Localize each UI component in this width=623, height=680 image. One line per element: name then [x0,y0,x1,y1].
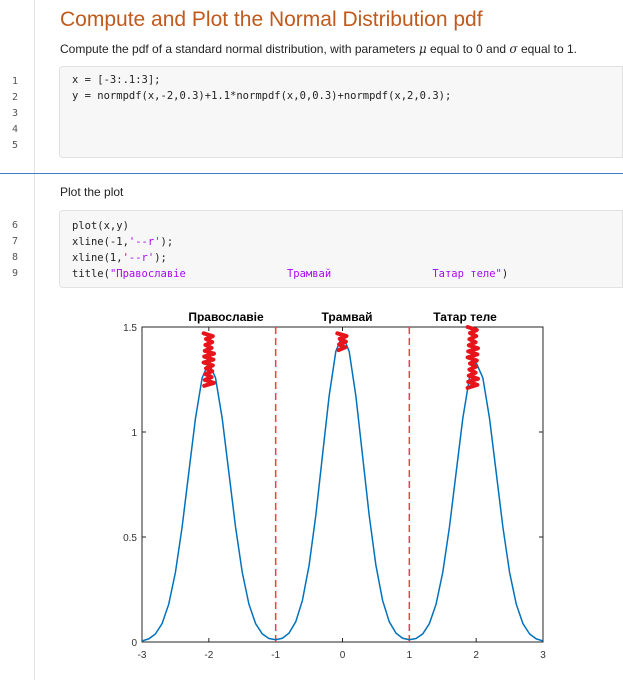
plot-axes-box [141,326,544,643]
y-tick-label: 0.5 [123,533,137,544]
x-tick-label: 2 [473,650,479,661]
chart-title-part-3: Татар теле [433,310,497,324]
y-tick-label: 0 [131,638,137,649]
y-tick-label: 1 [131,428,137,439]
y-tick-label: 1.5 [123,323,137,334]
chart-title-part-2: Трамвай [321,310,372,324]
x-tick-label: 3 [540,650,546,661]
live-script-page: Compute and Plot the Normal Distribution… [0,0,623,680]
x-tick-label: -1 [271,650,280,661]
x-tick-label: 1 [407,650,413,661]
x-tick-label: 0 [340,650,346,661]
x-tick-label: -3 [138,650,147,661]
output-figure[interactable]: -3 -2 -1 0 1 2 3 0 0.5 1 1.5 Православіе Трамвай Тата… [0,0,623,680]
x-tick-label: -2 [204,650,213,661]
chart-title-part-1: Православіе [188,310,264,324]
